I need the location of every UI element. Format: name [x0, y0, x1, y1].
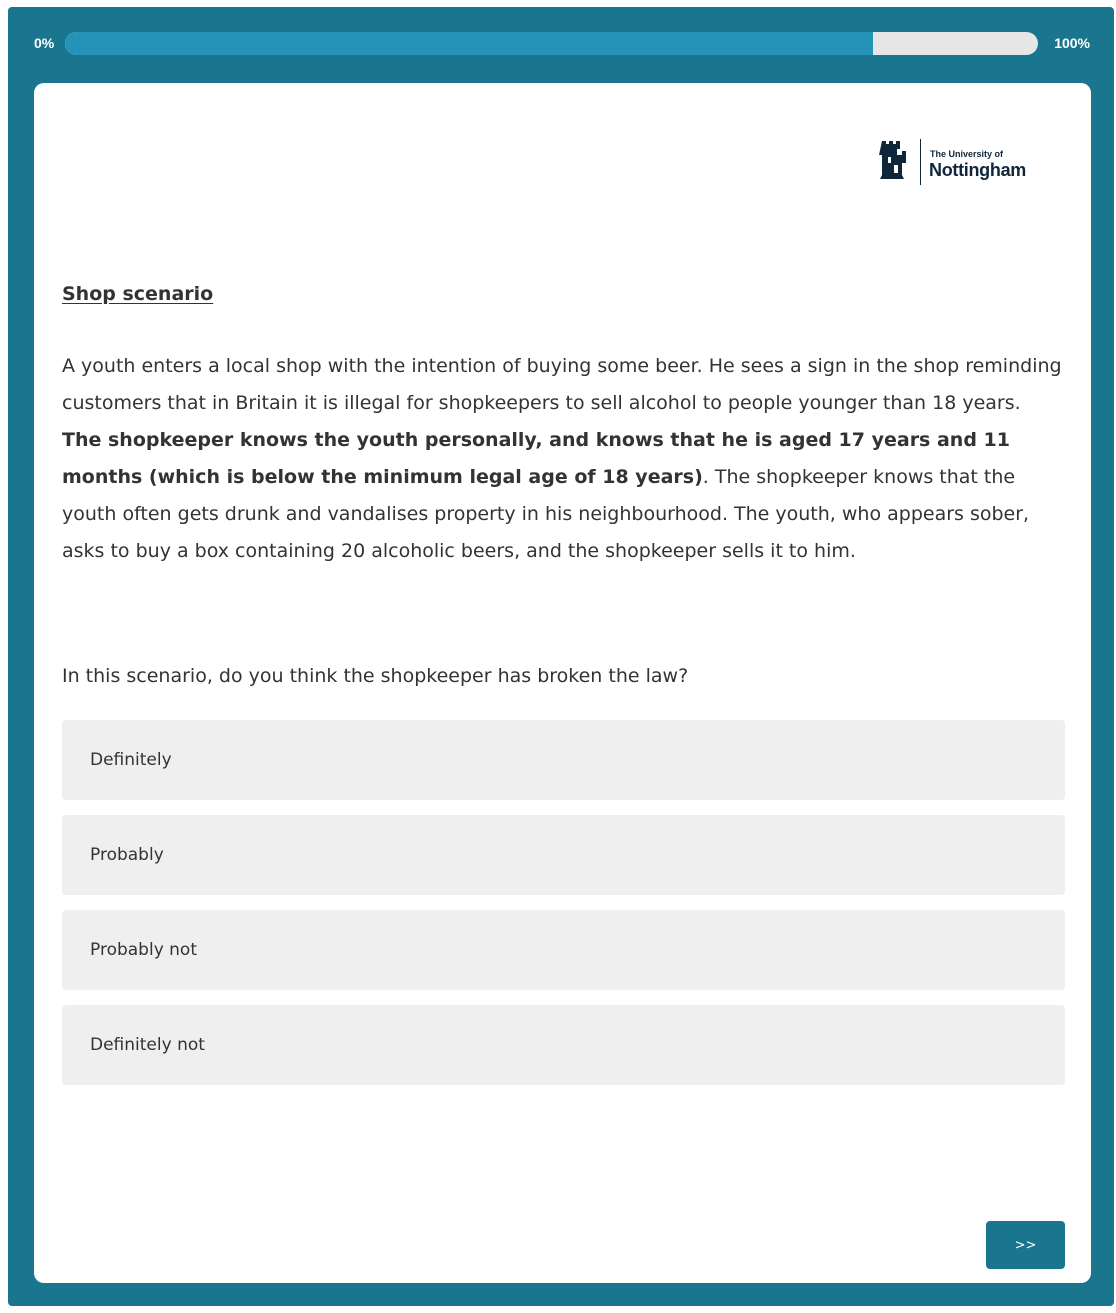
answer-options: Definitely Probably Probably not Definit…	[62, 720, 1065, 1100]
progress-bar-fill	[65, 32, 873, 55]
question-card: The University of Nottingham Shop scenar…	[34, 83, 1091, 1283]
option-definitely-not[interactable]: Definitely not	[62, 1005, 1065, 1085]
progress-start-label: 0%	[34, 35, 55, 51]
scenario-text: A youth enters a local shop with the int…	[62, 348, 1062, 570]
castle-crest-icon	[879, 141, 906, 179]
progress-end-label: 100%	[1054, 35, 1090, 51]
university-logo: The University of Nottingham	[872, 135, 1042, 187]
option-definitely[interactable]: Definitely	[62, 720, 1065, 800]
next-button[interactable]: >>	[986, 1221, 1065, 1269]
logo-divider	[920, 139, 921, 185]
question-text: In this scenario, do you think the shopk…	[62, 665, 689, 687]
option-probably-not[interactable]: Probably not	[62, 910, 1065, 990]
logo-text-large: Nottingham	[929, 160, 1026, 180]
scenario-text-part1: A youth enters a local shop with the int…	[62, 355, 1062, 414]
logo-text-small: The University of	[930, 149, 1004, 159]
progress-bar	[65, 32, 1038, 55]
survey-frame: 0% 100% The University of Nottingham Sho…	[8, 7, 1114, 1306]
option-probably[interactable]: Probably	[62, 815, 1065, 895]
progress-row: 0% 100%	[8, 7, 1114, 83]
scenario-heading: Shop scenario	[62, 283, 214, 305]
